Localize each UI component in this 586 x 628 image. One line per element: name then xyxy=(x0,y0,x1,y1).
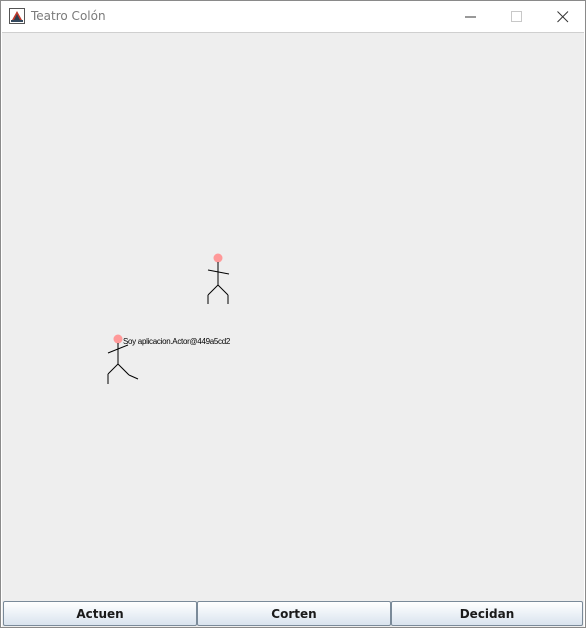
java-app-icon xyxy=(9,8,25,24)
minimize-icon xyxy=(465,16,476,18)
button-bar: Actuen Corten Decidan xyxy=(2,600,584,627)
actor-1-figure xyxy=(207,253,230,304)
actor-1-head xyxy=(213,253,223,263)
maximize-icon xyxy=(511,11,522,22)
app-window: Teatro Colón Soy aplicacion.Actor@449a5c… xyxy=(0,0,586,628)
corten-button[interactable]: Corten xyxy=(197,601,391,626)
actor-2-speech-label: Soy aplicacion.Actor@449a5cd2 xyxy=(123,337,231,346)
maximize-button[interactable] xyxy=(494,1,540,32)
decidan-button[interactable]: Decidan xyxy=(391,601,583,626)
actuen-button[interactable]: Actuen xyxy=(3,601,197,626)
stage-canvas: Soy aplicacion.Actor@449a5cd2 xyxy=(2,32,584,601)
minimize-button[interactable] xyxy=(448,1,494,32)
close-button[interactable] xyxy=(540,1,586,32)
title-bar[interactable]: Teatro Colón xyxy=(1,1,585,32)
close-icon xyxy=(557,11,569,23)
window-title: Teatro Colón xyxy=(31,9,106,23)
actor-2-head xyxy=(113,334,123,344)
